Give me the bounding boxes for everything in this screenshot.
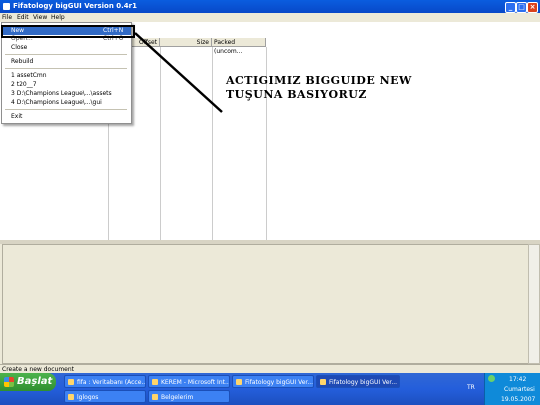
network-icon[interactable] (488, 375, 495, 382)
language-indicator[interactable]: TR (467, 384, 475, 391)
task-label: lglogos (77, 394, 99, 401)
taskbar-task-1[interactable]: fifa : Veritabanı (Acce... (64, 375, 146, 388)
clock-date: 19.05.2007 (501, 396, 536, 403)
task-label: KEREM - Microsoft Int... (161, 379, 230, 386)
start-label: Başlat (17, 376, 53, 387)
task-label: Belgelerim (161, 394, 194, 401)
system-tray: 17:42 Cumartesi 19.05.2007 (484, 373, 540, 405)
taskbar-task-6[interactable]: Belgelerim (148, 390, 230, 403)
taskbar-task-5[interactable]: lglogos (64, 390, 146, 403)
task-label: Fifatology bigGUI Ver... (245, 379, 314, 386)
taskbar-task-4[interactable]: Fifatology bigGUI Ver... (316, 375, 400, 388)
clock-day: Cumartesi (504, 386, 535, 393)
ie-icon (152, 379, 158, 385)
access-icon (68, 379, 74, 385)
task-label: fifa : Veritabanı (Acce... (77, 379, 146, 386)
taskbar: Başlat fifa : Veritabanı (Acce... KEREM … (0, 373, 540, 405)
annotation-text: ACTIGIMIZ BIGGUIDE NEW TUŞUNA BASIYORUZ (226, 74, 412, 101)
arrow-line (134, 32, 223, 113)
biggui-icon (320, 379, 326, 385)
taskbar-task-3[interactable]: Fifatology bigGUI Ver... (232, 375, 314, 388)
annotation-arrow (134, 32, 223, 113)
task-label: Fifatology bigGUI Ver... (329, 379, 398, 386)
clock-time[interactable]: 17:42 (509, 376, 526, 383)
start-button[interactable]: Başlat (0, 373, 56, 391)
folder-icon (68, 394, 74, 400)
taskbar-task-2[interactable]: KEREM - Microsoft Int... (148, 375, 230, 388)
windows-logo-icon (4, 377, 14, 387)
biggui-icon (236, 379, 242, 385)
folder-icon (152, 394, 158, 400)
